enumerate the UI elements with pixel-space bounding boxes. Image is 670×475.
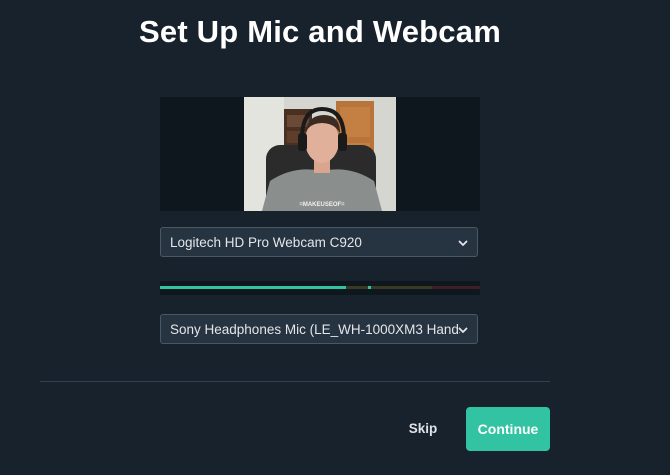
webcam-preview-area: =MAKEUSEOF=	[160, 97, 480, 211]
skip-button[interactable]: Skip	[398, 407, 448, 451]
camera-select-value: Logitech HD Pro Webcam C920	[170, 235, 362, 250]
meter-track-yellow	[339, 286, 432, 289]
footer-divider	[40, 381, 550, 382]
shirt-logo-text: =MAKEUSEOF=	[299, 202, 345, 208]
webcam-video-feed: =MAKEUSEOF=	[244, 97, 396, 211]
continue-button[interactable]: Continue	[466, 407, 550, 451]
chevron-down-icon	[458, 240, 468, 246]
meter-level-fill	[160, 286, 346, 289]
setup-dialog: Set Up Mic and Webcam =MAKEUSEOF= Logite…	[0, 0, 670, 475]
camera-select[interactable]: Logitech HD Pro Webcam C920	[160, 227, 478, 257]
microphone-select-value: Sony Headphones Mic (LE_WH-1000XM3 Hands	[170, 322, 460, 337]
webcam-frame-image: =MAKEUSEOF=	[244, 97, 396, 211]
microphone-select[interactable]: Sony Headphones Mic (LE_WH-1000XM3 Hands	[160, 314, 478, 344]
chevron-down-icon	[458, 327, 468, 333]
page-title: Set Up Mic and Webcam	[139, 14, 501, 49]
meter-peak-marker	[368, 286, 371, 289]
meter-track-red	[432, 286, 480, 289]
mic-level-meter	[160, 281, 480, 295]
